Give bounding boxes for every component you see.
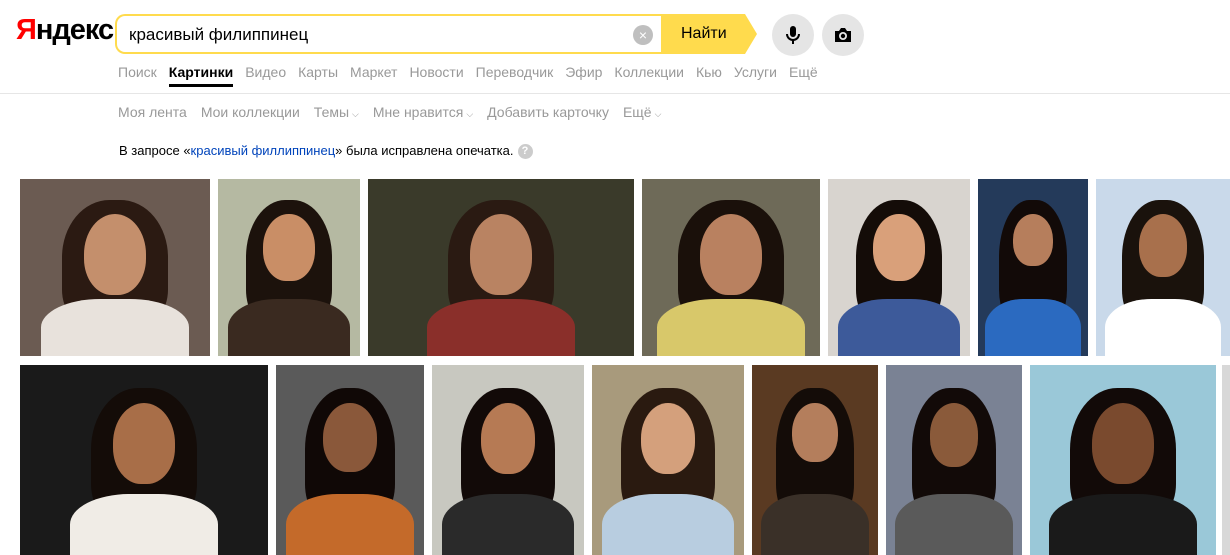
microphone-icon — [786, 26, 800, 44]
subnav-item[interactable]: Ещё ⌵ — [623, 104, 661, 120]
photo-face — [1138, 214, 1188, 278]
image-thumbnail[interactable] — [432, 365, 584, 555]
image-thumbnail[interactable] — [276, 365, 424, 555]
image-search-button[interactable] — [822, 14, 864, 56]
image-thumbnail[interactable] — [828, 179, 970, 356]
service-tab[interactable]: Коллекции — [614, 64, 684, 80]
photo-face — [1092, 403, 1154, 484]
subnav-item[interactable]: Добавить карточку — [487, 104, 609, 120]
photo-body — [442, 494, 574, 555]
subnav-item[interactable]: Темы ⌵ — [314, 104, 359, 120]
image-thumbnail[interactable] — [20, 179, 210, 356]
service-tab[interactable]: Маркет — [350, 64, 397, 80]
photo-face — [1013, 214, 1053, 266]
typo-notice: В запросе «красивый филлиппинец» была ис… — [119, 143, 533, 160]
camera-icon — [835, 28, 851, 42]
clear-icon[interactable]: × — [633, 25, 653, 45]
photo-face — [480, 403, 536, 475]
photo-body — [69, 494, 219, 555]
help-icon[interactable]: ? — [517, 144, 533, 160]
photo-face — [873, 214, 925, 281]
service-tab[interactable]: Услуги — [734, 64, 777, 80]
subnav-item[interactable]: Мои коллекции — [201, 104, 300, 120]
service-tab[interactable]: Ещё — [789, 64, 818, 80]
chevron-down-icon: ⌵ — [352, 109, 359, 119]
image-thumbnail[interactable] — [642, 179, 820, 356]
photo-body — [227, 299, 351, 356]
image-thumbnail[interactable] — [368, 179, 634, 356]
services-nav: Поиск Картинки Видео Карты Маркет Новости Пере… — [118, 64, 830, 87]
search-button-arrow[interactable] — [745, 14, 757, 54]
service-tab[interactable]: Кью — [696, 64, 722, 80]
image-thumbnail[interactable] — [1096, 179, 1230, 356]
images-subnav: Моя лента Мои коллекции Темы ⌵ Мне нравится ⌵… — [118, 104, 675, 120]
photo-face — [323, 403, 377, 473]
yandex-logo[interactable]: Яндекс — [16, 14, 114, 47]
service-tab[interactable]: Видео — [245, 64, 286, 80]
search-input[interactable] — [129, 25, 629, 45]
photo-body — [895, 494, 1013, 555]
search-button[interactable]: Найти — [661, 14, 745, 54]
photo-face — [929, 403, 979, 467]
header: Яндекс × Найти Поиск Картинки Видео Карты Ма… — [0, 0, 1230, 94]
photo-body — [1222, 494, 1230, 555]
service-tab[interactable]: Карты — [298, 64, 338, 80]
service-tab[interactable]: Картинки — [168, 64, 234, 87]
photo-body — [40, 299, 190, 356]
chevron-down-icon: ⌵ — [466, 109, 474, 119]
photo-body — [1048, 494, 1198, 555]
image-thumbnail[interactable] — [20, 365, 268, 555]
photo-face — [84, 214, 146, 295]
image-thumbnail[interactable] — [592, 365, 744, 555]
search-box: × — [115, 14, 663, 54]
image-thumbnail[interactable] — [1030, 365, 1216, 555]
photo-body — [837, 299, 961, 356]
image-thumbnail[interactable] — [1222, 365, 1230, 555]
subnav-item-label: Мои коллекции — [200, 104, 300, 120]
subnav-item[interactable]: Мне нравится ⌵ — [373, 104, 473, 120]
service-tab[interactable]: Эфир — [565, 64, 602, 80]
notice-text-before: В запросе « — [119, 143, 191, 158]
corrected-query-link[interactable]: красивый филлиппинец — [191, 143, 336, 158]
image-thumbnail[interactable] — [752, 365, 878, 555]
subnav-item-label: Ещё — [622, 104, 652, 120]
photo-body — [1105, 299, 1221, 356]
photo-face — [263, 214, 315, 281]
photo-body — [760, 494, 870, 555]
subnav-item-label: Добавить карточку — [487, 104, 609, 120]
subnav-item-label: Темы — [313, 104, 350, 120]
photo-body — [286, 494, 414, 555]
logo-letter: Я — [16, 14, 37, 46]
photo-face — [792, 403, 838, 462]
notice-text-after: » была исправлена опечатка. — [335, 143, 514, 158]
photo-face — [470, 214, 532, 295]
image-thumbnail[interactable] — [978, 179, 1088, 356]
photo-body — [656, 299, 806, 356]
service-tab[interactable]: Поиск — [118, 64, 157, 80]
image-thumbnail[interactable] — [218, 179, 360, 356]
voice-search-button[interactable] — [772, 14, 814, 56]
service-tab[interactable]: Новости — [409, 64, 463, 80]
service-tab[interactable]: Переводчик — [476, 64, 554, 80]
photo-face — [700, 214, 762, 295]
subnav-item[interactable]: Моя лента — [118, 104, 187, 120]
search-form: × Найти — [115, 14, 757, 54]
chevron-down-icon: ⌵ — [654, 109, 662, 119]
photo-body — [426, 299, 576, 356]
subnav-item-label: Моя лента — [118, 104, 187, 120]
photo-body — [602, 494, 734, 555]
photo-body — [985, 299, 1081, 356]
subnav-item-label: Мне нравится — [372, 104, 464, 120]
image-thumbnail[interactable] — [886, 365, 1022, 555]
photo-face — [640, 403, 696, 475]
logo-rest: ндекс — [35, 14, 114, 46]
photo-face — [113, 403, 175, 484]
